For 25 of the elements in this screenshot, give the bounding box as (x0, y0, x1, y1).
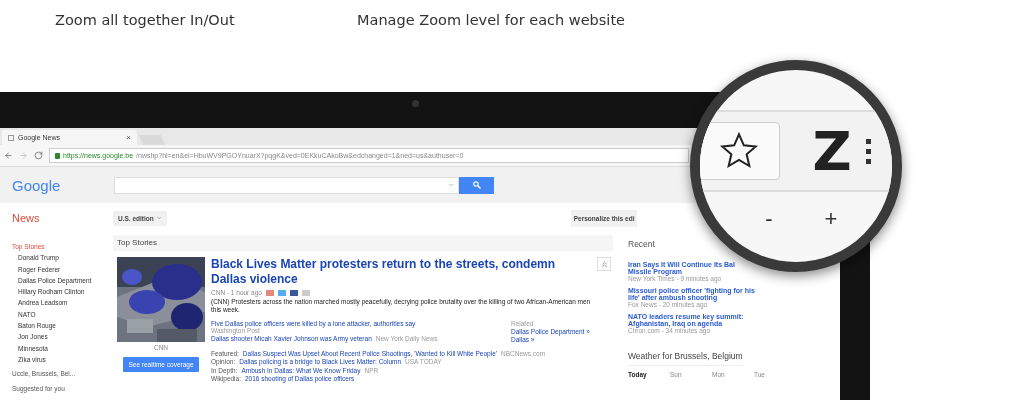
menu-icon[interactable] (866, 138, 871, 164)
favicon-icon (8, 134, 14, 141)
bookmark-button[interactable] (700, 122, 780, 180)
zoom-out-button[interactable]: - (758, 206, 780, 232)
story-headline[interactable]: Black Lives Matter protesters return to the streets, condemn Dallas violence (211, 257, 586, 287)
recent-heading: Recent (628, 239, 655, 249)
search-button[interactable] (459, 176, 494, 194)
search-field[interactable] (114, 176, 459, 194)
dropdown-icon[interactable] (448, 182, 454, 188)
close-icon[interactable]: × (126, 133, 131, 142)
dropdown-icon (155, 215, 162, 221)
back-icon[interactable] (4, 151, 13, 160)
section-title: News (12, 212, 41, 224)
chevrons-up-icon (599, 259, 609, 269)
section-header: Top Stories (113, 235, 613, 251)
feature-text: Zoom all together In/Out (55, 12, 236, 30)
camera-icon (412, 100, 419, 107)
star-icon (719, 131, 759, 171)
feature-text: Manage Zoom level for each website (357, 12, 626, 30)
reload-icon[interactable] (34, 151, 43, 160)
zoom-in-button[interactable]: + (820, 206, 842, 232)
collapse-button[interactable] (597, 257, 611, 271)
forward-icon[interactable] (19, 151, 28, 160)
weather-heading: Weather for Brussels, Belgium (628, 351, 743, 366)
search-icon (472, 181, 481, 189)
